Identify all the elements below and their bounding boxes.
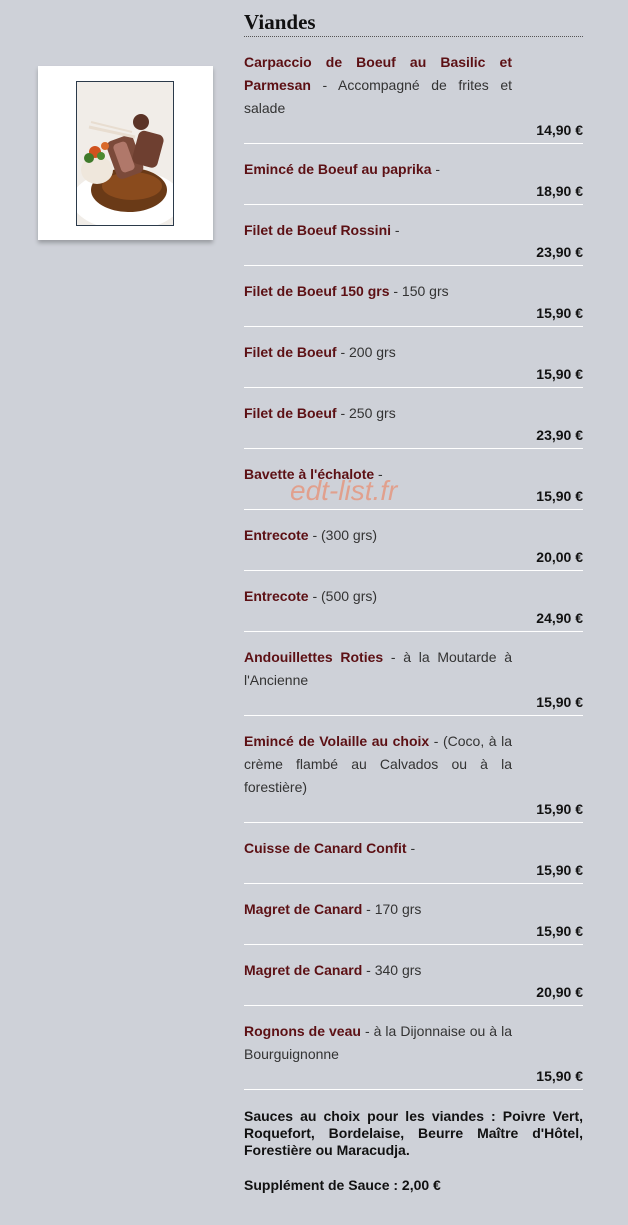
menu-item-name: Entrecote xyxy=(244,527,309,543)
menu-item-description: Andouillettes Roties - à la Moutarde à l… xyxy=(244,646,512,692)
menu-item-detail: - 150 grs xyxy=(389,283,449,299)
menu-item-description: Bavette à l'échalote - xyxy=(244,463,512,486)
menu-item-description: Filet de Boeuf - 200 grs xyxy=(244,341,512,364)
menu-item-description: Entrecote - (500 grs) xyxy=(244,585,512,608)
menu-item-price: 23,90 € xyxy=(536,427,583,443)
menu-item-detail: - xyxy=(374,466,383,482)
menu-item-description: Rognons de veau - à la Dijonnaise ou à l… xyxy=(244,1020,512,1066)
menu-item-price: 23,90 € xyxy=(536,244,583,260)
menu-item-name: Entrecote xyxy=(244,588,309,604)
menu-item-detail: - (300 grs) xyxy=(308,527,378,543)
menu-item-name: Filet de Boeuf xyxy=(244,344,337,360)
menu-item-price: 15,90 € xyxy=(536,305,583,321)
menu-item-price: 15,90 € xyxy=(536,1068,583,1084)
menu-items-list: Carpaccio de Boeuf au Basilic et Parmesa… xyxy=(244,37,583,1090)
menu-item-description: Emincé de Boeuf au paprika - xyxy=(244,158,512,181)
menu-item-name: Emincé de Volaille au choix xyxy=(244,733,430,749)
menu-item-description: Filet de Boeuf Rossini - xyxy=(244,219,512,242)
menu-item-name: Emincé de Boeuf au paprika xyxy=(244,161,432,177)
sauces-note: Sauces au choix pour les viandes : Poivr… xyxy=(244,1108,583,1158)
menu-item-price: 15,90 € xyxy=(536,923,583,939)
menu-item: Emincé de Volaille au choix - (Coco, à l… xyxy=(244,716,583,823)
menu-item-name: Magret de Canard xyxy=(244,901,363,917)
dish-photo-frame xyxy=(38,66,213,240)
menu-item-detail: - 340 grs xyxy=(362,962,422,978)
menu-item-description: Cuisse de Canard Confit - xyxy=(244,837,512,860)
menu-item: Andouillettes Roties - à la Moutarde à l… xyxy=(244,632,583,716)
menu-item: Filet de Boeuf - 200 grs 15,90 € xyxy=(244,327,583,388)
menu-item-detail: - xyxy=(431,161,441,177)
menu-item: Filet de Boeuf Rossini - 23,90 € xyxy=(244,205,583,266)
menu-item-detail: - (500 grs) xyxy=(308,588,378,604)
menu-item-price: 15,90 € xyxy=(536,694,583,710)
menu-item: Bavette à l'échalote - 15,90 € xyxy=(244,449,583,510)
menu-item-name: Filet de Boeuf xyxy=(244,405,337,421)
menu-item-name: Magret de Canard xyxy=(244,962,363,978)
menu-item-description: Entrecote - (300 grs) xyxy=(244,524,512,547)
menu-item: Magret de Canard - 170 grs 15,90 € xyxy=(244,884,583,945)
menu-item-price: 18,90 € xyxy=(536,183,583,199)
menu-item-description: Emincé de Volaille au choix - (Coco, à l… xyxy=(244,730,512,799)
section-title: Viandes xyxy=(244,0,583,37)
menu-item-detail: - 250 grs xyxy=(336,405,396,421)
menu-item: Rognons de veau - à la Dijonnaise ou à l… xyxy=(244,1006,583,1090)
menu-item: Filet de Boeuf 150 grs - 150 grs 15,90 € xyxy=(244,266,583,327)
menu-item-detail: - 170 grs xyxy=(362,901,422,917)
menu-item: Entrecote - (500 grs) 24,90 € xyxy=(244,571,583,632)
dish-photo xyxy=(76,81,174,226)
menu-item-description: Magret de Canard - 340 grs xyxy=(244,959,512,982)
menu-item-description: Filet de Boeuf - 250 grs xyxy=(244,402,512,425)
menu-item-price: 20,00 € xyxy=(536,549,583,565)
menu-item: Cuisse de Canard Confit - 15,90 € xyxy=(244,823,583,884)
menu-item-price: 15,90 € xyxy=(536,488,583,504)
menu-item-description: Carpaccio de Boeuf au Basilic et Parmesa… xyxy=(244,51,512,120)
menu-item: Filet de Boeuf - 250 grs 23,90 € xyxy=(244,388,583,449)
menu-item-name: Andouillettes Roties xyxy=(244,649,384,665)
menu-item: Magret de Canard - 340 grs 20,90 € xyxy=(244,945,583,1006)
menu-item-name: Filet de Boeuf Rossini xyxy=(244,222,392,238)
menu-item-detail: - xyxy=(391,222,400,238)
sauce-supplement: Supplément de Sauce : 2,00 € xyxy=(244,1177,441,1193)
menu-item: Carpaccio de Boeuf au Basilic et Parmesa… xyxy=(244,37,583,144)
menu-item-detail: - xyxy=(406,840,416,856)
menu-section: Viandes Carpaccio de Boeuf au Basilic et… xyxy=(244,0,583,1193)
menu-item: Emincé de Boeuf au paprika - 18,90 € xyxy=(244,144,583,205)
menu-item-price: 24,90 € xyxy=(536,610,583,626)
menu-item-name: Cuisse de Canard Confit xyxy=(244,840,407,856)
menu-item-description: Filet de Boeuf 150 grs - 150 grs xyxy=(244,280,512,303)
menu-item-name: Rognons de veau xyxy=(244,1023,361,1039)
menu-item-price: 15,90 € xyxy=(536,862,583,878)
menu-item: Entrecote - (300 grs) 20,00 € xyxy=(244,510,583,571)
menu-item-price: 20,90 € xyxy=(536,984,583,1000)
menu-item-price: 14,90 € xyxy=(536,122,583,138)
menu-item-name: Bavette à l'échalote xyxy=(244,466,375,482)
menu-item-price: 15,90 € xyxy=(536,801,583,817)
menu-item-description: Magret de Canard - 170 grs xyxy=(244,898,512,921)
menu-item-name: Filet de Boeuf 150 grs xyxy=(244,283,390,299)
menu-item-price: 15,90 € xyxy=(536,366,583,382)
menu-item-detail: - 200 grs xyxy=(336,344,396,360)
